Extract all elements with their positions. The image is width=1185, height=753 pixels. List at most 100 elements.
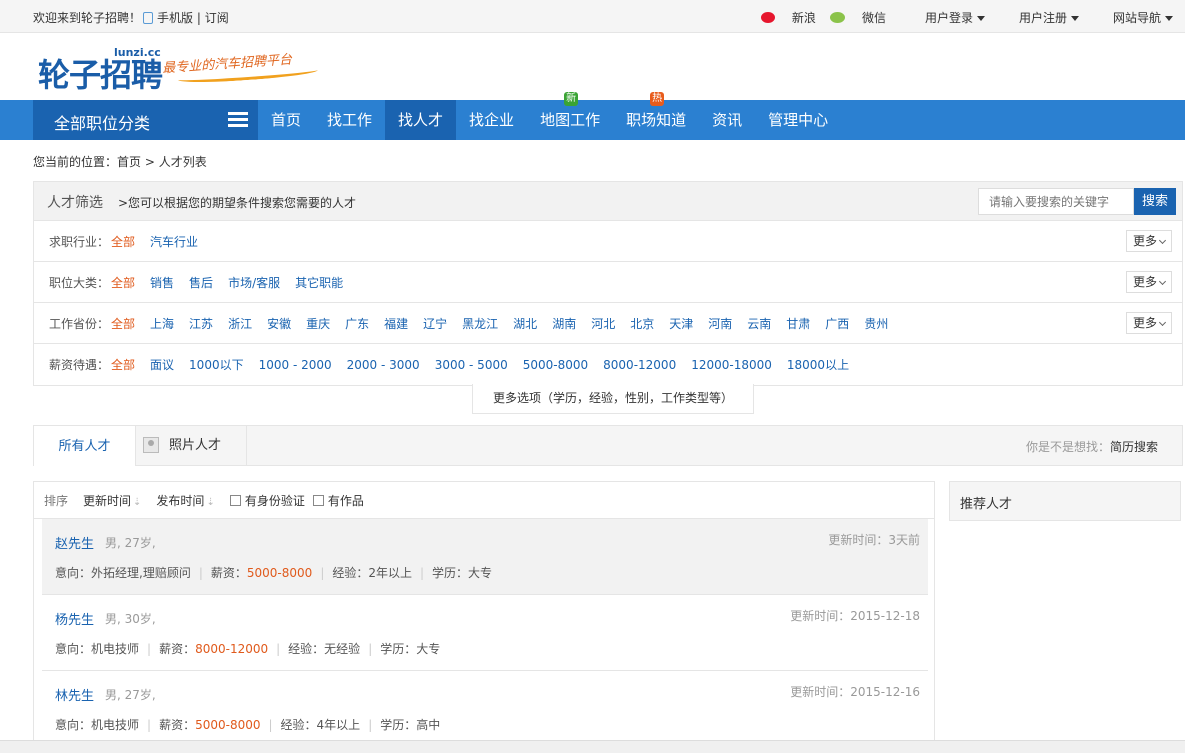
filter-option[interactable]: 北京 — [630, 315, 654, 332]
filter-row: 薪资待遇： 全部 面议 1000以下 1000 - 2000 2000 - 3000 300… — [34, 344, 1182, 385]
filter-option[interactable]: 汽车行业 — [150, 233, 198, 250]
sort-publish-label: 发布时间 — [156, 493, 205, 508]
filter-option[interactable]: 辽宁 — [423, 315, 447, 332]
talent-salary-label: 薪资： — [159, 642, 196, 656]
filter-option[interactable]: 售后 — [189, 274, 213, 291]
nav-item-label: 资讯 — [712, 111, 743, 129]
filter-option[interactable]: 浙江 — [228, 315, 252, 332]
talent-name-link[interactable]: 林先生 — [55, 685, 94, 704]
filter-option[interactable]: 贵州 — [864, 315, 888, 332]
more-options-button[interactable]: 更多选项（学历，经验，性别，工作类型等） — [472, 384, 754, 414]
filter-option[interactable]: 河北 — [591, 315, 615, 332]
id-verified-filter[interactable]: 有身份验证 — [229, 492, 305, 509]
mobile-link[interactable]: 手机版 — [157, 11, 193, 25]
filter-option[interactable]: 面议 — [150, 356, 174, 373]
sort-arrow-icon: ⇣ — [206, 496, 215, 508]
filter-option[interactable]: 1000 - 2000 — [259, 358, 332, 372]
talent-tabs: 所有人才 照片人才 你是不是想找：简历搜索 — [33, 425, 1183, 466]
filter-option[interactable]: 广西 — [825, 315, 849, 332]
caret-down-icon — [976, 16, 985, 21]
filter-option[interactable]: 湖南 — [552, 315, 576, 332]
top-bar-left: 欢迎来到轮子招聘！ 手机版 | 订阅 — [33, 9, 229, 26]
site-logo[interactable]: 轮子招聘 lunzi.cc 最专业的汽车招聘平台 — [38, 46, 328, 96]
filter-option[interactable]: 1000以下 — [189, 356, 244, 373]
filter-option[interactable]: 2000 - 3000 — [347, 358, 420, 372]
talent-education: 学历：高中 — [380, 718, 441, 732]
sort-by-publish-time[interactable]: 发布时间 ⇣ — [156, 492, 214, 509]
talent-intent: 意向：外拓经理,理赔顾问 — [55, 566, 191, 580]
talent-salary: 5000-8000 — [195, 718, 261, 732]
filter-option[interactable]: 重庆 — [306, 315, 330, 332]
breadcrumb-home-link[interactable]: 首页 — [117, 155, 141, 169]
has-work-checkbox[interactable] — [312, 494, 324, 506]
nav-item-home[interactable]: 首页 — [258, 100, 314, 140]
talent-list-item[interactable]: 赵先生 男, 27岁, 更新时间：3天前 意向：外拓经理,理赔顾问 | 薪资：5000-8… — [42, 519, 928, 595]
talent-list-item[interactable]: 杨先生 男, 30岁, 更新时间：2015-12-18 意向：机电技师 | 薪资：8000… — [42, 595, 928, 671]
filter-option-all[interactable]: 全部 — [111, 274, 135, 291]
filter-option[interactable]: 河南 — [708, 315, 732, 332]
filter-option[interactable]: 12000-18000 — [691, 358, 772, 372]
talent-experience: 经验：2年以上 — [332, 566, 412, 580]
filter-option[interactable]: 福建 — [384, 315, 408, 332]
user-login-label: 用户登录 — [924, 11, 973, 25]
filter-option[interactable]: 5000-8000 — [523, 358, 588, 372]
tab-all-talent[interactable]: 所有人才 — [33, 425, 136, 466]
header: 轮子招聘 lunzi.cc 最专业的汽车招聘平台 — [0, 33, 1185, 100]
sort-by-update-time[interactable]: 更新时间 ⇣ — [83, 492, 141, 509]
more-dropdown[interactable]: 更多 — [1126, 230, 1172, 252]
all-categories-label: 全部职位分类 — [54, 114, 151, 133]
filter-option[interactable]: 湖北 — [513, 315, 537, 332]
all-categories-menu[interactable]: 全部职位分类 — [33, 100, 258, 140]
has-work-filter[interactable]: 有作品 — [312, 492, 364, 509]
nav-item-map-jobs[interactable]: 新地图工作 — [527, 92, 613, 140]
filter-option[interactable]: 上海 — [150, 315, 174, 332]
wechat-link[interactable]: 微信 — [829, 9, 886, 26]
separator: | — [268, 718, 273, 732]
tab-photo-talent[interactable]: 照片人才 — [143, 425, 247, 466]
nav-item-find-talent[interactable]: 找人才 — [385, 100, 457, 140]
filter-option[interactable]: 安徽 — [267, 315, 291, 332]
nav-item-management[interactable]: 管理中心 — [755, 100, 841, 140]
filter-option[interactable]: 8000-12000 — [603, 358, 676, 372]
filter-option[interactable]: 3000 - 5000 — [435, 358, 508, 372]
has-work-label: 有作品 — [327, 493, 364, 508]
separator: | — [368, 718, 373, 732]
breadcrumb: 您当前的位置：首页 > 人才列表 — [33, 153, 207, 170]
top-bar: 欢迎来到轮子招聘！ 手机版 | 订阅 新浪 微信 用户登录 用户注册 网站导航 — [0, 0, 1185, 33]
user-login-dropdown[interactable]: 用户登录 — [911, 9, 985, 26]
talent-name-link[interactable]: 赵先生 — [55, 533, 94, 552]
site-nav-label: 网站导航 — [1112, 11, 1161, 25]
weibo-label: 新浪 — [791, 11, 816, 25]
keyword-search-input[interactable] — [978, 188, 1134, 215]
filter-option[interactable]: 江苏 — [189, 315, 213, 332]
filter-option[interactable]: 黑龙江 — [462, 315, 498, 332]
more-dropdown[interactable]: 更多 — [1126, 312, 1172, 334]
talent-name-link[interactable]: 杨先生 — [55, 609, 94, 628]
filter-row-label: 工作省份： — [49, 316, 110, 331]
filter-option[interactable]: 甘肃 — [786, 315, 810, 332]
filter-option-all[interactable]: 全部 — [111, 315, 135, 332]
filter-option[interactable]: 广东 — [345, 315, 369, 332]
resume-search-link[interactable]: 简历搜索 — [1110, 440, 1158, 454]
filter-option-all[interactable]: 全部 — [111, 233, 135, 250]
nav-item-news[interactable]: 资讯 — [699, 100, 755, 140]
filter-option[interactable]: 市场/客服 — [228, 274, 280, 291]
nav-item-find-company[interactable]: 找企业 — [456, 100, 527, 140]
nav-item-workplace-qa[interactable]: 热职场知道 — [613, 92, 699, 140]
filter-option[interactable]: 云南 — [747, 315, 771, 332]
search-button[interactable]: 搜索 — [1134, 188, 1176, 215]
id-verified-checkbox[interactable] — [229, 494, 241, 506]
more-dropdown[interactable]: 更多 — [1126, 271, 1172, 293]
site-nav-dropdown[interactable]: 网站导航 — [1099, 9, 1173, 26]
filter-option[interactable]: 其它职能 — [295, 274, 343, 291]
subscribe-link[interactable]: 订阅 — [205, 11, 229, 25]
talent-list-item[interactable]: 林先生 男, 27岁, 更新时间：2015-12-16 意向：机电技师 | 薪资：5000… — [42, 671, 928, 747]
user-register-dropdown[interactable]: 用户注册 — [1005, 9, 1079, 26]
nav-item-label: 职场知道 — [626, 111, 687, 129]
weibo-link[interactable]: 新浪 — [760, 9, 816, 26]
filter-option[interactable]: 销售 — [150, 274, 174, 291]
filter-option[interactable]: 天津 — [669, 315, 693, 332]
filter-option[interactable]: 18000以上 — [787, 356, 849, 373]
filter-option-all[interactable]: 全部 — [111, 356, 135, 373]
nav-item-find-job[interactable]: 找工作 — [314, 100, 385, 140]
